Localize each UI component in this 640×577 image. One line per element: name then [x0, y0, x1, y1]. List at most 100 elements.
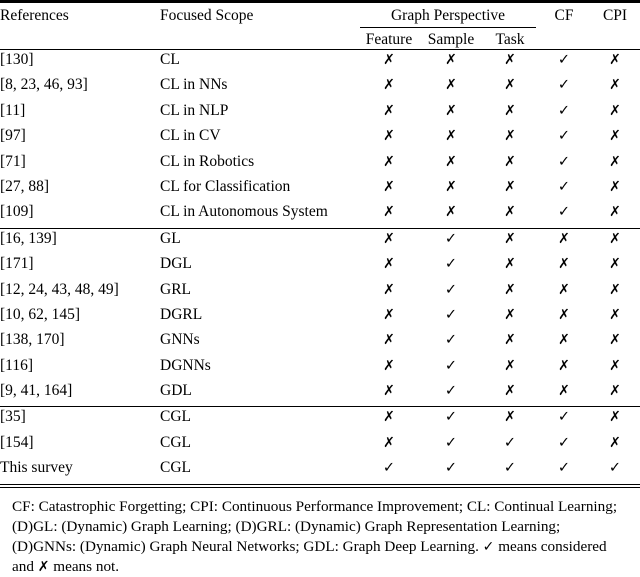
cell-focused-scope: CL — [160, 51, 180, 68]
cell-references: [138, 170] — [0, 331, 65, 349]
table-body: [130] CL ✗ ✗ ✗ ✓ ✗ [8, 23, 46, 93] CL in NNs ✗ ✗ ✗ ✓… — [0, 50, 640, 484]
cell-focused-scope: CL in Autonomous System — [160, 203, 328, 221]
cell-sample-check-icon: ✓ — [444, 434, 458, 451]
cell-focused-scope: CL for Classification — [160, 177, 291, 195]
cell-references: This survey — [0, 459, 73, 477]
table-row: [171] DGL ✗ ✓ ✗ ✗ ✗ — [0, 254, 640, 279]
cell-feature-cross-icon: ✗ — [383, 281, 395, 298]
cell-focused-scope: CGL — [160, 459, 191, 477]
cell-cf-cross-icon: ✗ — [558, 357, 570, 374]
cell-sample-cross-icon: ✗ — [445, 128, 457, 145]
cell-focused-scope: CL in NLP — [160, 101, 229, 119]
cell-references: [12, 24, 43, 48, 49] — [0, 280, 119, 298]
table-row: [97] CL in CV ✗ ✗ ✗ ✓ ✗ — [0, 126, 640, 151]
column-header-cpi: CPI — [602, 7, 628, 24]
cell-sample-cross-icon: ✗ — [445, 77, 457, 94]
cell-task-cross-icon: ✗ — [504, 409, 516, 426]
cell-cpi-cross-icon: ✗ — [609, 281, 621, 298]
table-row: [11] CL in NLP ✗ ✗ ✗ ✓ ✗ — [0, 101, 640, 126]
cell-feature-cross-icon: ✗ — [383, 178, 395, 195]
cell-cf-check-icon: ✓ — [557, 77, 571, 94]
cell-feature-cross-icon: ✗ — [383, 409, 395, 426]
cell-references: [16, 139] — [0, 229, 57, 247]
column-header-task: Task — [495, 31, 525, 48]
cell-sample-check-icon: ✓ — [444, 281, 458, 298]
table-row: [10, 62, 145] DGRL ✗ ✓ ✗ ✗ ✗ — [0, 305, 640, 330]
cell-sample-cross-icon: ✗ — [445, 178, 457, 195]
cell-cpi-cross-icon: ✗ — [609, 128, 621, 145]
table-row: [116] DGNNs ✗ ✓ ✗ ✗ ✗ — [0, 356, 640, 381]
cell-references: [35] — [0, 408, 26, 426]
cell-focused-scope: CGL — [160, 408, 191, 426]
cell-cpi-cross-icon: ✗ — [609, 306, 621, 323]
cell-task-cross-icon: ✗ — [504, 102, 516, 119]
cell-focused-scope: GL — [160, 229, 181, 247]
column-header-graph-perspective-group: Graph Perspective Feature Sample Task — [358, 7, 538, 49]
cell-references: [116] — [0, 356, 33, 374]
cell-feature-cross-icon: ✗ — [383, 77, 395, 94]
cell-feature-cross-icon: ✗ — [383, 434, 395, 451]
cell-task-cross-icon: ✗ — [504, 281, 516, 298]
cell-focused-scope: CL in Robotics — [160, 152, 255, 170]
cell-cf-check-icon: ✓ — [557, 128, 571, 145]
cell-cpi-cross-icon: ✗ — [609, 204, 621, 221]
cell-task-cross-icon: ✗ — [504, 383, 516, 400]
cell-references: [109] — [0, 203, 34, 221]
cell-sample-check-icon: ✓ — [444, 332, 458, 349]
table-row: [138, 170] GNNs ✗ ✓ ✗ ✗ ✗ — [0, 330, 640, 355]
cell-cpi-cross-icon: ✗ — [609, 332, 621, 349]
cell-focused-scope: DGRL — [160, 305, 203, 323]
graph-perspective-span-rule — [360, 27, 536, 28]
table-row: [8, 23, 46, 93] CL in NNs ✗ ✗ ✗ ✓ ✗ — [0, 75, 640, 100]
cell-focused-scope: CL in CV — [160, 127, 221, 145]
cell-sample-check-icon: ✓ — [444, 383, 458, 400]
cell-feature-cross-icon: ✗ — [383, 102, 395, 119]
cell-cf-check-icon: ✓ — [557, 102, 571, 119]
cell-references: [71] — [0, 152, 26, 170]
cell-task-cross-icon: ✗ — [504, 357, 516, 374]
cell-cf-check-icon: ✓ — [557, 204, 571, 221]
table-footnote: CF: Catastrophic Forgetting; CPI: Contin… — [0, 488, 640, 577]
cell-focused-scope: DGNNs — [160, 356, 211, 374]
column-header-feature: Feature — [365, 31, 413, 48]
cell-references: [130] — [0, 51, 34, 68]
cell-cpi-cross-icon: ✗ — [609, 178, 621, 195]
cell-feature-check-icon: ✓ — [382, 460, 396, 477]
table-row: [9, 41, 164] GDL ✗ ✓ ✗ ✗ ✗ — [0, 381, 640, 406]
table-row: [71] CL in Robotics ✗ ✗ ✗ ✓ ✗ — [0, 152, 640, 177]
cell-task-cross-icon: ✗ — [504, 77, 516, 94]
cell-cf-cross-icon: ✗ — [558, 281, 570, 298]
cell-references: [97] — [0, 127, 26, 145]
cell-sample-check-icon: ✓ — [444, 409, 458, 426]
table-row: [35] CGL ✗ ✓ ✗ ✓ ✗ — [0, 407, 640, 433]
cell-sample-check-icon: ✓ — [444, 256, 458, 273]
cell-task-cross-icon: ✗ — [504, 306, 516, 323]
table-row: [109] CL in Autonomous System ✗ ✗ ✗ ✓ ✗ — [0, 202, 640, 227]
cell-cf-check-icon: ✓ — [557, 153, 571, 170]
cell-task-cross-icon: ✗ — [504, 128, 516, 145]
cell-task-cross-icon: ✗ — [504, 178, 516, 195]
cell-references: [9, 41, 164] — [0, 382, 73, 400]
table-row: This survey CGL ✓ ✓ ✓ ✓ ✓ — [0, 458, 640, 483]
cell-feature-cross-icon: ✗ — [383, 204, 395, 221]
cell-task-check-icon: ✓ — [503, 434, 517, 451]
cell-task-check-icon: ✓ — [503, 460, 517, 477]
cell-cf-cross-icon: ✗ — [558, 230, 570, 247]
cell-sample-check-icon: ✓ — [444, 357, 458, 374]
cell-sample-check-icon: ✓ — [444, 230, 458, 247]
cell-cpi-cross-icon: ✗ — [609, 434, 621, 451]
column-header-focused-scope: Focused Scope — [160, 7, 254, 24]
cell-sample-check-icon: ✓ — [444, 460, 458, 477]
table-row: [154] CGL ✗ ✓ ✓ ✓ ✗ — [0, 433, 640, 458]
cell-feature-cross-icon: ✗ — [383, 332, 395, 349]
cell-focused-scope: CL in NNs — [160, 76, 228, 94]
cell-feature-cross-icon: ✗ — [383, 306, 395, 323]
table-row: [16, 139] GL ✗ ✓ ✗ ✗ ✗ — [0, 228, 640, 254]
column-header-cf: CF — [554, 7, 574, 24]
cell-references: [8, 23, 46, 93] — [0, 76, 88, 94]
cell-cf-check-icon: ✓ — [557, 178, 571, 195]
cell-focused-scope: GDL — [160, 382, 192, 400]
column-header-references: References — [0, 7, 69, 24]
column-header-graph-perspective: Graph Perspective — [390, 7, 506, 24]
cell-cpi-check-icon: ✓ — [608, 460, 622, 477]
